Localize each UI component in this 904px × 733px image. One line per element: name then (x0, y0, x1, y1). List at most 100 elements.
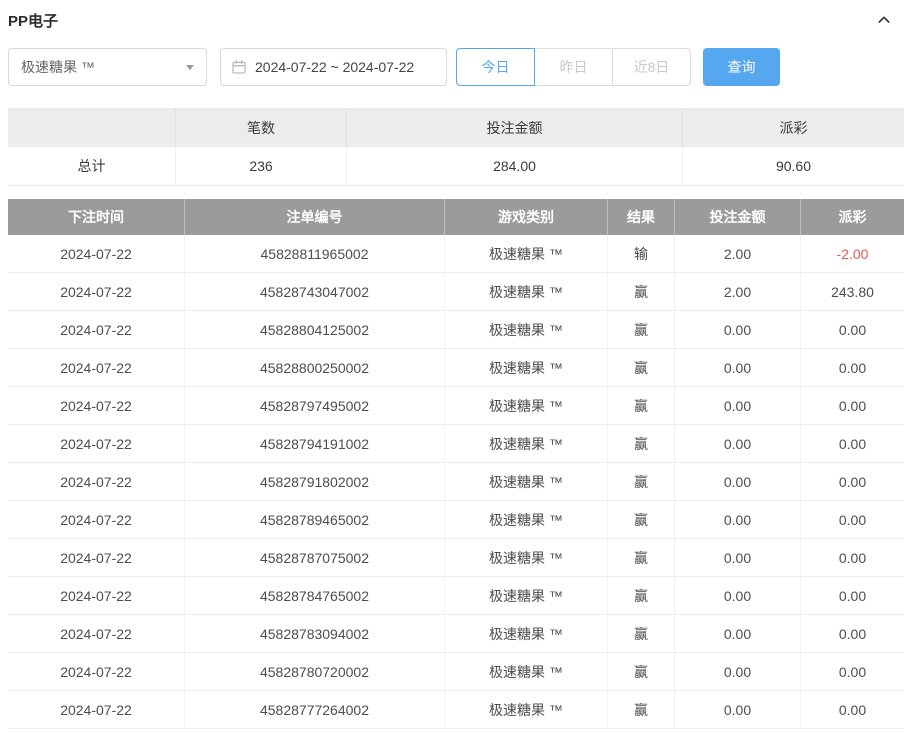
date-range-picker[interactable]: 2024-07-22 ~ 2024-07-22 (220, 48, 447, 86)
table-row: 2024-07-22 45828784765002 极速糖果 ™ 赢 0.00 … (8, 577, 904, 615)
cell-game-type: 极速糖果 ™ (445, 615, 608, 652)
cell-game-type: 极速糖果 ™ (445, 387, 608, 424)
cell-order-id: 45828804125002 (185, 311, 445, 348)
cell-result: 赢 (608, 425, 675, 462)
cell-bet-amount: 0.00 (675, 577, 801, 614)
cell-order-id: 45828791802002 (185, 463, 445, 500)
summary-header-bet-amount: 投注金额 (347, 108, 683, 147)
cell-bet-time: 2024-07-22 (8, 577, 185, 614)
panel-title: PP电子 (8, 10, 58, 31)
last-8-days-button[interactable]: 近8日 (612, 48, 691, 86)
cell-result: 赢 (608, 577, 675, 614)
cell-order-id: 45828811965002 (185, 235, 445, 272)
summary-header-row: 笔数 投注金额 派彩 (8, 108, 904, 147)
cell-order-id: 45828789465002 (185, 501, 445, 538)
summary-header-payout: 派彩 (683, 108, 904, 147)
table-row: 2024-07-22 45828804125002 极速糖果 ™ 赢 0.00 … (8, 311, 904, 349)
game-select-value: 极速糖果 ™ (21, 57, 95, 77)
cell-order-id: 45828787075002 (185, 539, 445, 576)
cell-bet-amount: 0.00 (675, 349, 801, 386)
bets-table: 下注时间 注单编号 游戏类别 结果 投注金额 派彩 2024-07-22 458… (8, 199, 904, 729)
header-bet-amount: 投注金额 (675, 199, 801, 235)
cell-payout: 0.00 (801, 425, 904, 462)
search-button[interactable]: 查询 (703, 48, 780, 86)
cell-game-type: 极速糖果 ™ (445, 349, 608, 386)
cell-result: 赢 (608, 691, 675, 728)
date-range-value: 2024-07-22 ~ 2024-07-22 (255, 59, 414, 75)
cell-game-type: 极速糖果 ™ (445, 539, 608, 576)
table-row: 2024-07-22 45828787075002 极速糖果 ™ 赢 0.00 … (8, 539, 904, 577)
cell-result: 赢 (608, 539, 675, 576)
cell-result: 赢 (608, 501, 675, 538)
pp-electronic-panel: PP电子 极速糖果 ™ 2024-07-22 ~ 2024-07-22 (0, 0, 904, 729)
game-select[interactable]: 极速糖果 ™ (8, 48, 207, 86)
cell-order-id: 45828794191002 (185, 425, 445, 462)
summary-total-bet-amount: 284.00 (347, 147, 683, 186)
header-bet-time: 下注时间 (8, 199, 185, 235)
cell-bet-amount: 0.00 (675, 539, 801, 576)
table-row: 2024-07-22 45828743047002 极速糖果 ™ 赢 2.00 … (8, 273, 904, 311)
cell-result: 赢 (608, 463, 675, 500)
cell-payout: 0.00 (801, 387, 904, 424)
cell-order-id: 45828797495002 (185, 387, 445, 424)
cell-payout: 0.00 (801, 349, 904, 386)
bets-table-header: 下注时间 注单编号 游戏类别 结果 投注金额 派彩 (8, 199, 904, 235)
cell-payout: 0.00 (801, 501, 904, 538)
cell-payout: 0.00 (801, 577, 904, 614)
cell-bet-amount: 0.00 (675, 691, 801, 728)
bets-table-body: 2024-07-22 45828811965002 极速糖果 ™ 输 2.00 … (8, 235, 904, 729)
collapse-chevron-up-icon[interactable] (876, 12, 892, 28)
cell-bet-time: 2024-07-22 (8, 615, 185, 652)
calendar-icon (231, 59, 247, 75)
cell-game-type: 极速糖果 ™ (445, 273, 608, 310)
panel-header: PP电子 (8, 8, 904, 32)
cell-game-type: 极速糖果 ™ (445, 577, 608, 614)
cell-bet-amount: 2.00 (675, 273, 801, 310)
summary-total-count: 236 (176, 147, 347, 186)
cell-payout: 0.00 (801, 653, 904, 690)
table-row: 2024-07-22 45828794191002 极速糖果 ™ 赢 0.00 … (8, 425, 904, 463)
header-order-id: 注单编号 (185, 199, 445, 235)
header-result: 结果 (608, 199, 675, 235)
cell-payout: 0.00 (801, 311, 904, 348)
cell-order-id: 45828783094002 (185, 615, 445, 652)
cell-bet-time: 2024-07-22 (8, 501, 185, 538)
cell-bet-amount: 0.00 (675, 653, 801, 690)
header-game-type: 游戏类别 (445, 199, 608, 235)
cell-payout: 0.00 (801, 691, 904, 728)
table-row: 2024-07-22 45828791802002 极速糖果 ™ 赢 0.00 … (8, 463, 904, 501)
cell-bet-time: 2024-07-22 (8, 311, 185, 348)
cell-game-type: 极速糖果 ™ (445, 653, 608, 690)
cell-bet-time: 2024-07-22 (8, 349, 185, 386)
cell-bet-time: 2024-07-22 (8, 653, 185, 690)
cell-payout: -2.00 (801, 235, 904, 272)
cell-game-type: 极速糖果 ™ (445, 425, 608, 462)
cell-bet-time: 2024-07-22 (8, 691, 185, 728)
cell-bet-time: 2024-07-22 (8, 425, 185, 462)
cell-result: 赢 (608, 387, 675, 424)
cell-bet-time: 2024-07-22 (8, 463, 185, 500)
table-row: 2024-07-22 45828797495002 极速糖果 ™ 赢 0.00 … (8, 387, 904, 425)
cell-bet-amount: 0.00 (675, 463, 801, 500)
cell-order-id: 45828777264002 (185, 691, 445, 728)
chevron-down-icon (186, 65, 194, 70)
cell-game-type: 极速糖果 ™ (445, 691, 608, 728)
cell-order-id: 45828784765002 (185, 577, 445, 614)
cell-bet-time: 2024-07-22 (8, 235, 185, 272)
cell-order-id: 45828743047002 (185, 273, 445, 310)
cell-result: 赢 (608, 311, 675, 348)
table-row: 2024-07-22 45828811965002 极速糖果 ™ 输 2.00 … (8, 235, 904, 273)
cell-bet-amount: 2.00 (675, 235, 801, 272)
table-row: 2024-07-22 45828800250002 极速糖果 ™ 赢 0.00 … (8, 349, 904, 387)
table-row: 2024-07-22 45828777264002 极速糖果 ™ 赢 0.00 … (8, 691, 904, 729)
table-row: 2024-07-22 45828789465002 极速糖果 ™ 赢 0.00 … (8, 501, 904, 539)
cell-bet-time: 2024-07-22 (8, 387, 185, 424)
cell-order-id: 45828780720002 (185, 653, 445, 690)
cell-game-type: 极速糖果 ™ (445, 463, 608, 500)
summary-header-blank (8, 108, 176, 147)
quick-date-buttons: 今日 昨日 近8日 (456, 48, 691, 86)
cell-game-type: 极速糖果 ™ (445, 311, 608, 348)
cell-payout: 0.00 (801, 615, 904, 652)
today-button[interactable]: 今日 (456, 48, 535, 86)
yesterday-button[interactable]: 昨日 (534, 48, 613, 86)
